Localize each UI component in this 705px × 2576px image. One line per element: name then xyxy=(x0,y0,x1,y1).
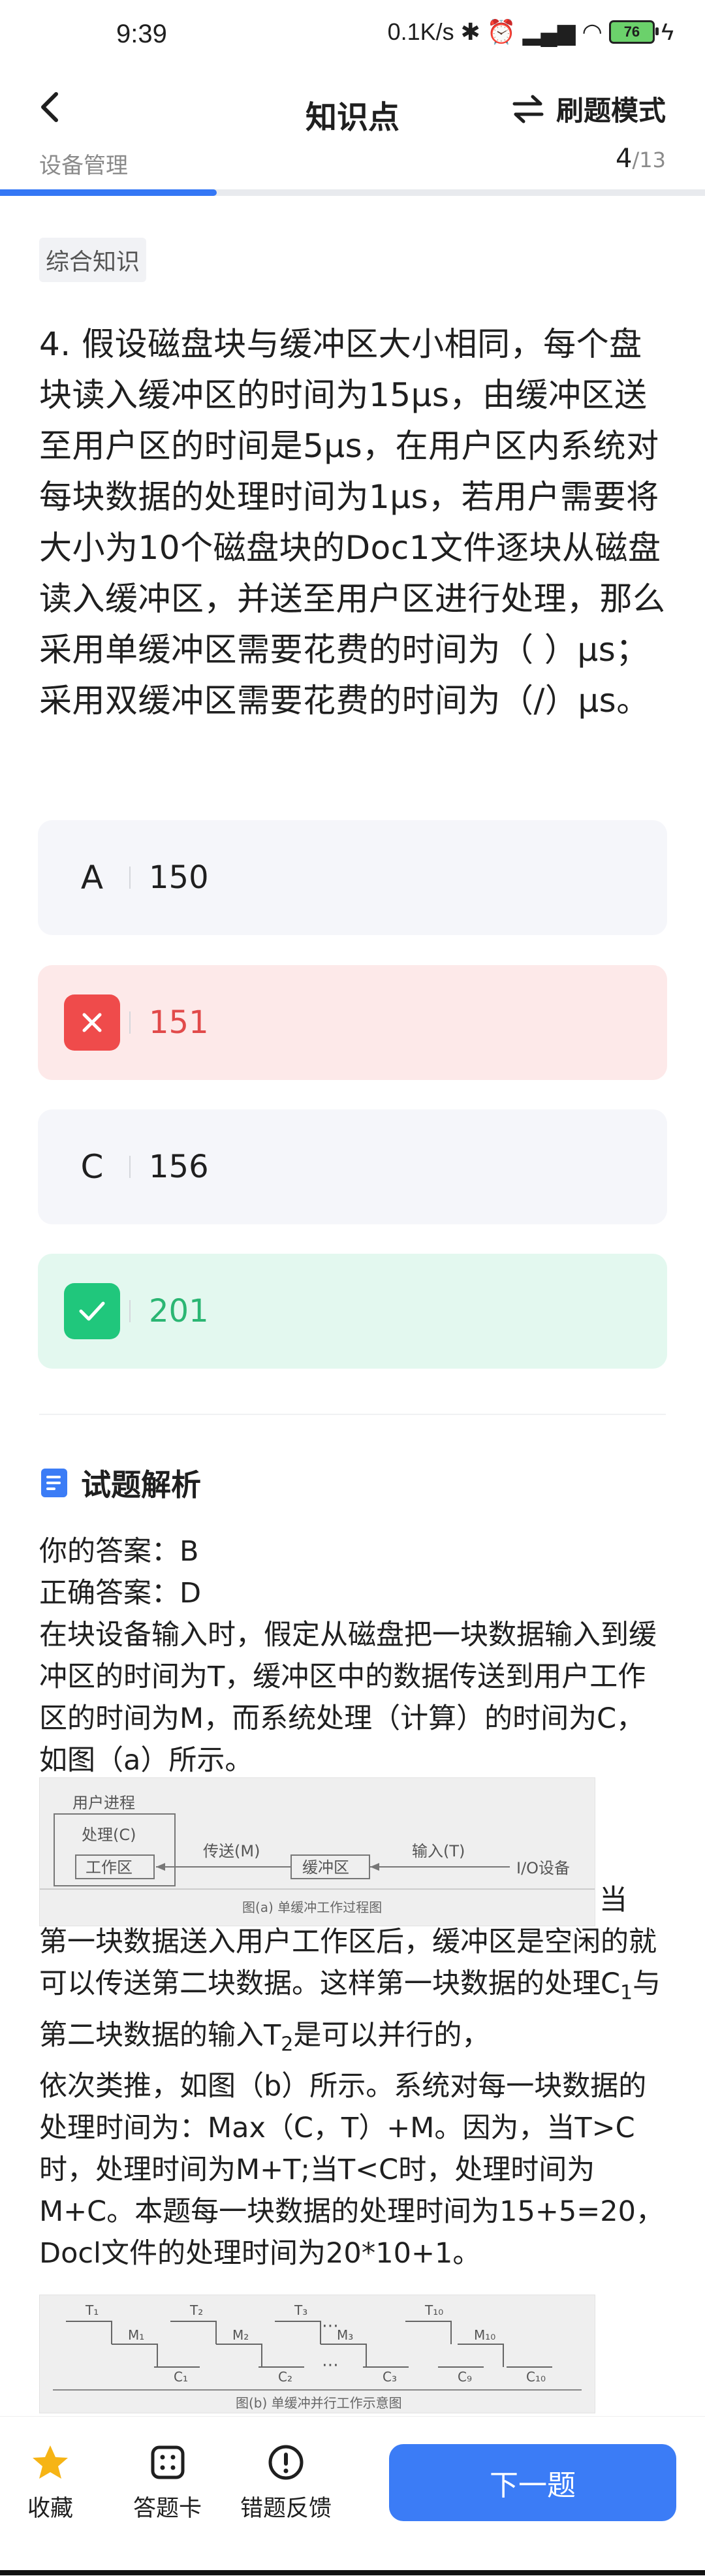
para2-sub-2: 2 xyxy=(281,2033,294,2056)
grid-card-icon xyxy=(151,2445,184,2479)
option-value: 201 xyxy=(149,1293,209,1329)
charging-icon: ϟ xyxy=(661,18,674,45)
fig-a-buffer-label: 缓冲区 xyxy=(302,1858,349,1877)
option-d[interactable]: 201 xyxy=(38,1254,667,1369)
practice-mode-label: 刷题模式 xyxy=(556,95,666,127)
figure-a: 用户进程 处理(C) 工作区 传送(M) 缓冲区 输入(T) I/O设备 图(a… xyxy=(39,1777,595,1926)
fig-b-c-label: C₉ xyxy=(458,2369,472,2385)
option-b[interactable]: 151 xyxy=(38,965,667,1080)
analysis-paragraph-3: 依次类推，如图（b）所示。系统对每一块数据的处理时间为：Max（C，T）+M。因… xyxy=(39,2070,665,2270)
answer-card-label: 答题卡 xyxy=(133,2496,202,2522)
fig-b-m-label: M₁ xyxy=(128,2327,144,2343)
fig-b-t-label: T₁₀ xyxy=(424,2302,443,2318)
analysis-paragraph-2: 第一块数据送入用户工作区后，缓冲区是空闲的就可以传送第二块数据。这样第一块数据的… xyxy=(39,1921,672,2065)
option-key: C xyxy=(80,1148,104,1186)
fig-b-t-label: T₂ xyxy=(189,2302,203,2318)
fig-a-caption: 图(a) 单缓冲工作过程图 xyxy=(242,1900,382,1915)
option-separator xyxy=(129,867,131,889)
star-icon xyxy=(33,2445,68,2479)
option-separator xyxy=(129,1156,131,1178)
para2-sub-1: 1 xyxy=(620,1981,633,2005)
current-index: 4 xyxy=(616,144,633,174)
analysis-body-2: 第一块数据送入用户工作区后，缓冲区是空闲的就可以传送第二块数据。这样第一块数据的… xyxy=(39,1921,672,2274)
breadcrumb: 设备管理 xyxy=(39,153,128,179)
option-separator xyxy=(129,1011,131,1034)
analysis-paragraph-1: 在块设备输入时，假定从磁盘把一块数据输入到缓冲区的时间为T，缓冲区中的数据传送到… xyxy=(39,1619,657,1777)
battery-icon: 76 xyxy=(608,20,659,44)
fig-a-device-label: I/O设备 xyxy=(516,1859,570,1877)
figure-b: T₁ T₂ T₃ T₁₀ M₁ M₂ M₃ M₁₀ C₁ C₂ C₃ C₉ C₁₀ ⋯ ⋯ 图(b) 单缓冲并… xyxy=(39,2295,595,2413)
status-icons: 0.1K/s ✱ ⏰ ▂▄▆ ◠ 76 ϟ xyxy=(388,18,674,46)
option-c[interactable]: C 156 xyxy=(38,1109,667,1224)
para2-lead-text: 当 xyxy=(599,1884,627,1916)
fig-b-m-label: M₁₀ xyxy=(474,2327,495,2343)
fig-b-t-label: T₁ xyxy=(85,2302,99,2318)
fig-b-m-label: M₃ xyxy=(337,2327,353,2343)
progress-bar xyxy=(0,189,705,196)
para2-text-c: 是可以并行的， xyxy=(293,2018,490,2052)
feedback-label: 错题反馈 xyxy=(240,2496,332,2522)
status-bar: 9:39 0.1K/s ✱ ⏰ ▂▄▆ ◠ 76 ϟ xyxy=(0,0,705,72)
fig-b-ellipsis: ⋯ xyxy=(322,2316,339,2336)
option-a[interactable]: A 150 xyxy=(38,820,667,935)
category-tag: 综合知识 xyxy=(39,238,147,282)
analysis-body: 你的答案：B 正确答案：D 在块设备输入时，假定从磁盘把一块数据输入到缓冲区的时… xyxy=(39,1531,672,1781)
fig-a-send-label: 传送(M) xyxy=(203,1842,260,1860)
fig-a-process-label: 用户进程 xyxy=(72,1794,135,1812)
fig-b-c-label: C₂ xyxy=(278,2369,292,2385)
fig-b-c-label: C₁₀ xyxy=(526,2369,546,2385)
para2-text-a: 第一块数据送入用户工作区后，缓冲区是空闲的就可以传送第二块数据。这样第一块数据的… xyxy=(39,1926,657,2000)
your-answer: 你的答案：B xyxy=(39,1535,199,1568)
alarm-icon: ⏰ xyxy=(486,18,516,45)
option-value: 150 xyxy=(149,859,209,896)
progress-fill xyxy=(0,189,217,196)
option-value: 156 xyxy=(149,1149,209,1185)
network-speed: 0.1K/s xyxy=(387,18,454,45)
bluetooth-icon: ✱ xyxy=(460,18,480,45)
document-icon xyxy=(41,1469,67,1497)
favorite-label: 收藏 xyxy=(27,2496,74,2522)
nav-bar: 知识点 刷题模式 xyxy=(0,65,705,153)
fig-a-handle-label: 处理(C) xyxy=(82,1826,136,1844)
next-question-button[interactable]: 下一题 xyxy=(389,2444,676,2521)
home-indicator xyxy=(0,2570,705,2575)
fig-a-workarea-label: 工作区 xyxy=(86,1858,133,1877)
bottom-toolbar: 收藏 答题卡 错题反馈 下一题 xyxy=(0,2416,705,2576)
feedback-button[interactable]: 错题反馈 xyxy=(240,2443,332,2523)
section-divider xyxy=(39,1414,666,1415)
status-time: 9:39 xyxy=(116,20,167,48)
fig-b-c-label: C₃ xyxy=(383,2369,397,2385)
practice-mode-button[interactable]: 刷题模式 xyxy=(512,89,666,129)
fig-a-input-label: 输入(T) xyxy=(412,1842,465,1860)
correct-answer: 正确答案：D xyxy=(39,1577,202,1610)
option-value: 151 xyxy=(149,1004,209,1041)
close-icon xyxy=(82,1013,102,1032)
option-key: A xyxy=(80,859,104,897)
alert-circle-icon xyxy=(268,2445,304,2480)
fig-b-caption: 图(b) 单缓冲并行工作示意图 xyxy=(236,2395,402,2411)
wrong-badge xyxy=(64,994,120,1051)
correct-badge xyxy=(64,1283,120,1339)
option-separator xyxy=(129,1300,131,1322)
question-counter: 4/13 xyxy=(616,144,666,174)
fig-b-ellipsis: ⋯ xyxy=(322,2355,339,2375)
fig-b-c-label: C₁ xyxy=(174,2369,188,2385)
signal-icon: ▂▄▆ xyxy=(522,18,576,45)
total-count: /13 xyxy=(632,148,666,172)
analysis-header: 试题解析 xyxy=(39,1461,201,1504)
fig-b-m-label: M₂ xyxy=(232,2327,249,2343)
question-text: 4. 假设磁盘块与缓冲区大小相同，每个盘块读入缓冲区的时间为15μs，由缓冲区送… xyxy=(39,325,666,720)
checkmark-icon xyxy=(79,1301,105,1321)
answer-card-button[interactable]: 答题卡 xyxy=(133,2443,202,2523)
switch-arrows-icon xyxy=(512,95,544,123)
favorite-button[interactable]: 收藏 xyxy=(27,2443,73,2523)
fig-b-t-label: T₃ xyxy=(294,2302,307,2318)
analysis-title: 试题解析 xyxy=(81,1467,201,1503)
analysis-para2-lead: 当 xyxy=(599,1879,671,1921)
wifi-icon: ◠ xyxy=(582,18,603,45)
